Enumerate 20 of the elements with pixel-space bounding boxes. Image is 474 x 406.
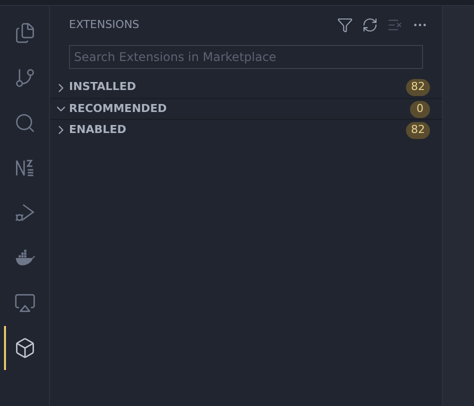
section-header[interactable]: INSTALLED 82 [50, 77, 442, 98]
section-title: ENABLED [69, 122, 128, 138]
n-letter-icon[interactable] [14, 157, 36, 179]
section-title: RECOMMENDED [69, 100, 168, 117]
search-icon[interactable] [14, 112, 36, 134]
branch-icon[interactable] [14, 67, 36, 89]
section-header[interactable]: ENABLED 82 [50, 119, 442, 140]
screen-icon[interactable] [14, 292, 36, 314]
filter-icon[interactable] [337, 17, 353, 33]
panel-title: EXTENSIONS [69, 16, 140, 33]
search-field[interactable]: Search Extensions in Marketplace [69, 45, 423, 69]
cube-icon[interactable] [14, 337, 36, 359]
count-badge: 82 [406, 79, 430, 96]
files-icon[interactable] [14, 22, 36, 44]
section-title: INSTALLED [69, 79, 138, 96]
section-header[interactable]: RECOMMENDED 0 [50, 98, 442, 119]
count-badge: 0 [410, 100, 430, 118]
play-bug-icon[interactable] [14, 202, 36, 224]
refresh-icon[interactable] [362, 17, 378, 33]
count-badge: 82 [406, 122, 430, 138]
